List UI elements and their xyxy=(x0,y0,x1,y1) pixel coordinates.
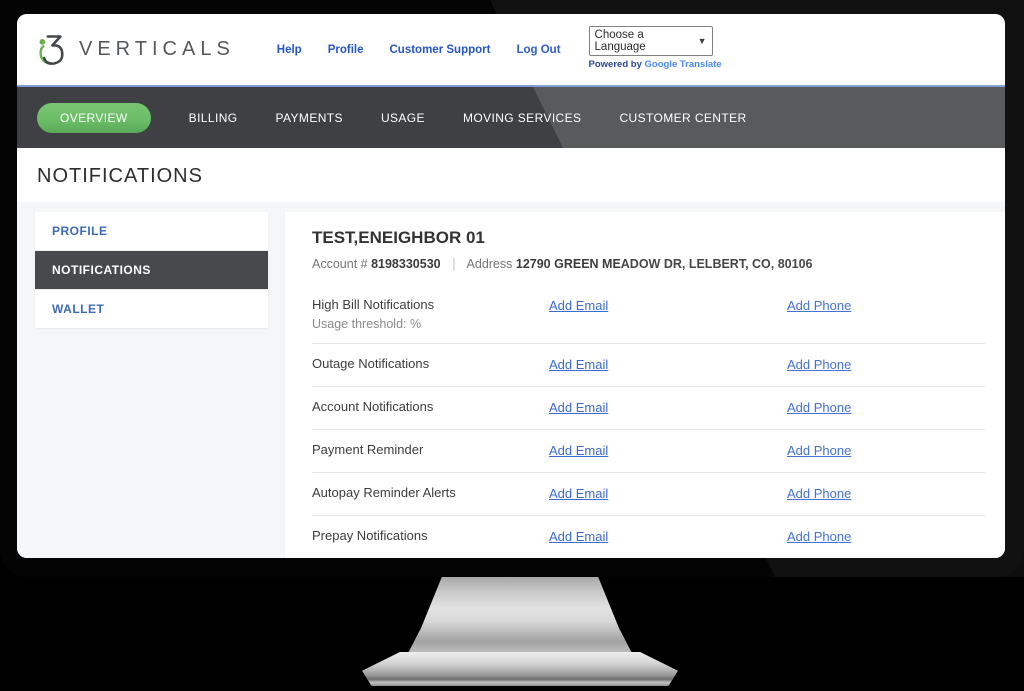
nav-item-payments[interactable]: PAYMENTS xyxy=(276,111,343,125)
add-phone-link[interactable]: Add Phone xyxy=(787,400,851,415)
notification-type-label: Autopay Reminder Alerts xyxy=(312,485,549,500)
account-meta: Account # 8198330530 | Address 12790 GRE… xyxy=(312,255,985,271)
screen: VERTICALS Help Profile Customer Support Log… xyxy=(17,14,1005,558)
settings-sidebar: PROFILENOTIFICATIONSWALLET xyxy=(35,212,268,328)
nav-item-billing[interactable]: BILLING xyxy=(189,111,238,125)
i3-logo-icon xyxy=(37,31,73,69)
language-area: Choose a Language ▼ Powered by Google Tr… xyxy=(589,26,722,70)
sidebar-item-notifications[interactable]: NOTIFICATIONS xyxy=(35,251,268,290)
notification-type-label: Account Notifications xyxy=(312,399,549,414)
notification-type-label: High Bill Notifications xyxy=(312,297,549,312)
content-area: PROFILENOTIFICATIONSWALLET TEST,ENEIGHBO… xyxy=(17,202,1005,558)
powered-by-label: Powered by xyxy=(589,59,642,70)
account-number-label: Account # xyxy=(312,257,368,271)
page-title-band: NOTIFICATIONS xyxy=(17,148,1005,202)
notification-labels: Prepay Notifications xyxy=(312,528,549,543)
add-phone-link[interactable]: Add Phone xyxy=(787,298,851,313)
notification-labels: Outage Notifications xyxy=(312,356,549,371)
utility-link-customer-support[interactable]: Customer Support xyxy=(390,44,491,56)
utility-link-help[interactable]: Help xyxy=(277,44,302,56)
utility-links: Help Profile Customer Support Log Out xyxy=(277,44,561,56)
customer-name: TEST,ENEIGHBOR 01 xyxy=(312,228,985,248)
utility-link-profile[interactable]: Profile xyxy=(328,44,364,56)
nav-item-overview[interactable]: OVERVIEW xyxy=(37,103,151,133)
notification-row: Prepay Notifications Add Email Add Phone xyxy=(312,516,985,558)
add-phone-link[interactable]: Add Phone xyxy=(787,486,851,501)
add-phone-link[interactable]: Add Phone xyxy=(787,357,851,372)
google-translate-link[interactable]: Google Translate xyxy=(645,59,722,70)
notification-row: Outage Notifications Add Email Add Phone xyxy=(312,344,985,387)
sidebar-item-wallet[interactable]: WALLET xyxy=(35,290,268,328)
add-email-link[interactable]: Add Email xyxy=(549,529,608,544)
notification-type-label: Outage Notifications xyxy=(312,356,549,371)
notification-rows: High Bill Notifications Usage threshold:… xyxy=(312,285,985,558)
google-translate-note: Powered by Google Translate xyxy=(589,59,722,70)
notifications-card: TEST,ENEIGHBOR 01 Account # 8198330530 |… xyxy=(285,212,1005,558)
add-phone-link[interactable]: Add Phone xyxy=(787,529,851,544)
brand-logo: VERTICALS xyxy=(37,31,235,69)
top-header: VERTICALS Help Profile Customer Support Log… xyxy=(17,14,1005,85)
add-email-link[interactable]: Add Email xyxy=(549,298,608,313)
add-email-link[interactable]: Add Email xyxy=(549,486,608,501)
chevron-down-icon: ▼ xyxy=(698,36,707,46)
nav-item-usage[interactable]: USAGE xyxy=(381,111,425,125)
notification-row: Payment Reminder Add Email Add Phone xyxy=(312,430,985,473)
notification-labels: Payment Reminder xyxy=(312,442,549,457)
address-label: Address xyxy=(467,257,513,271)
utility-link-log-out[interactable]: Log Out xyxy=(516,44,560,56)
address-value: 12790 GREEN MEADOW DR, LELBERT, CO, 8010… xyxy=(516,257,813,271)
nav-item-customer-center[interactable]: CUSTOMER CENTER xyxy=(619,111,746,125)
notification-labels: Autopay Reminder Alerts xyxy=(312,485,549,500)
language-select[interactable]: Choose a Language ▼ xyxy=(589,26,713,56)
add-email-link[interactable]: Add Email xyxy=(549,400,608,415)
meta-separator: | xyxy=(452,255,456,271)
add-phone-link[interactable]: Add Phone xyxy=(787,443,851,458)
monitor-stand-neck xyxy=(405,577,635,659)
nav-item-moving-services[interactable]: MOVING SERVICES xyxy=(463,111,581,125)
notification-row: High Bill Notifications Usage threshold:… xyxy=(312,285,985,344)
notification-row: Autopay Reminder Alerts Add Email Add Ph… xyxy=(312,473,985,516)
add-email-link[interactable]: Add Email xyxy=(549,443,608,458)
brand-wordmark: VERTICALS xyxy=(79,38,235,61)
notification-sublabel: Usage threshold: % xyxy=(312,317,549,331)
main-nav: OVERVIEW BILLING PAYMENTS USAGE MOVING SERVI… xyxy=(17,87,1005,148)
notification-labels: Account Notifications xyxy=(312,399,549,414)
page-title: NOTIFICATIONS xyxy=(37,165,985,188)
account-number: 8198330530 xyxy=(371,257,441,271)
add-email-link[interactable]: Add Email xyxy=(549,357,608,372)
sidebar-item-profile[interactable]: PROFILE xyxy=(35,212,268,251)
notification-type-label: Prepay Notifications xyxy=(312,528,549,543)
notification-row: Account Notifications Add Email Add Phon… xyxy=(312,387,985,430)
notification-type-label: Payment Reminder xyxy=(312,442,549,457)
notification-labels: High Bill Notifications Usage threshold:… xyxy=(312,297,549,331)
language-select-value: Choose a Language xyxy=(595,29,692,53)
monitor-stand-base xyxy=(362,652,678,686)
